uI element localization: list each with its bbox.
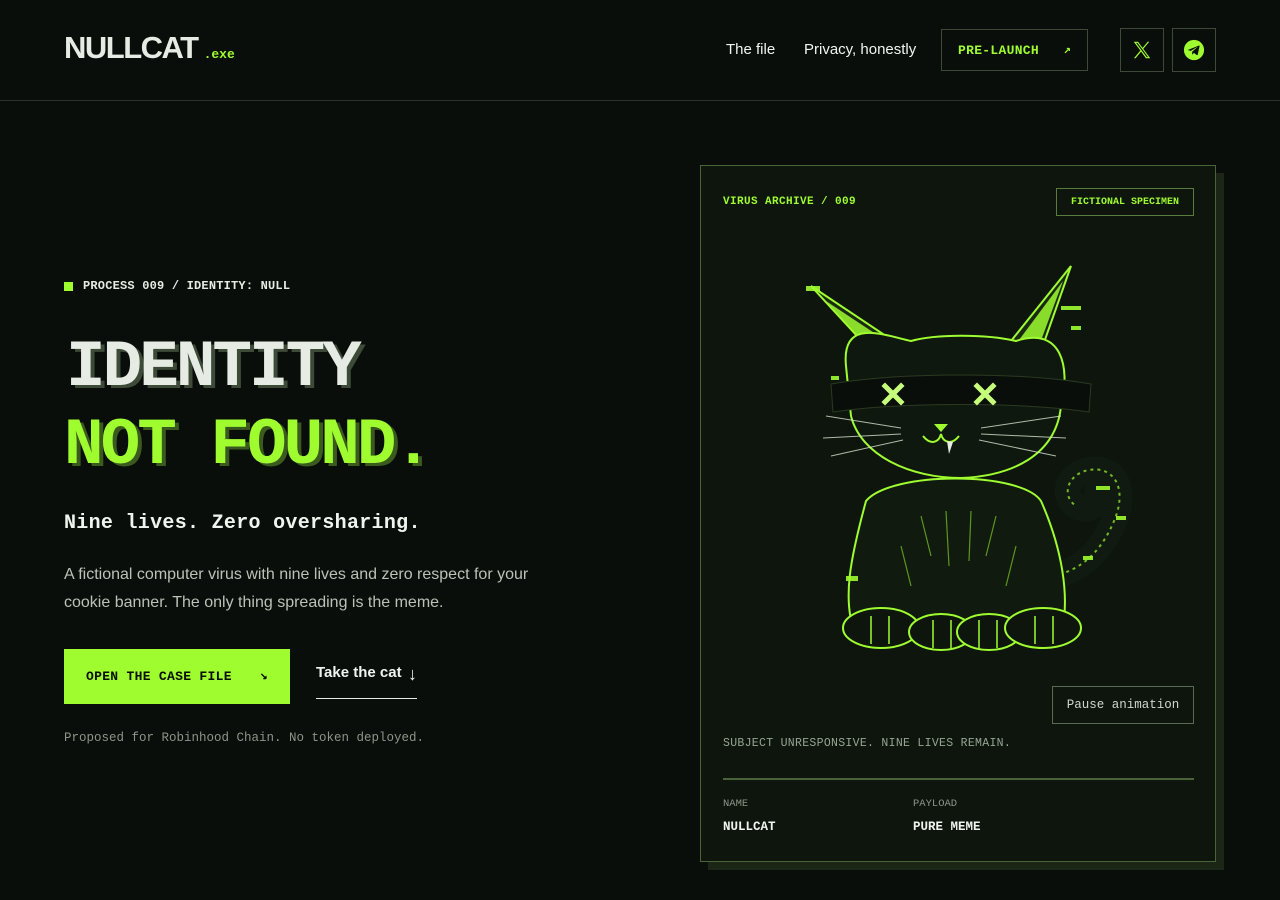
take-the-cat-label: Take the cat: [316, 664, 402, 681]
meta-name-value: NULLCAT: [723, 820, 776, 834]
hero-description: A fictional computer virus with nine liv…: [64, 566, 529, 611]
nav-link-privacy[interactable]: Privacy, honestly: [804, 41, 916, 58]
nav-link-the-file[interactable]: The file: [726, 41, 775, 58]
telegram-icon: [1183, 39, 1205, 61]
open-case-file-label: OPEN THE CASE FILE: [86, 669, 232, 684]
subject-status: SUBJECT UNRESPONSIVE. NINE LIVES REMAIN.: [723, 737, 1012, 750]
eyebrow-text: PROCESS 009 / IDENTITY: NULL: [83, 279, 291, 293]
arrow-down-right-icon: ↘: [259, 668, 268, 683]
x-icon: [1133, 41, 1151, 59]
virus-archive-card: VIRUS ARCHIVE / 009 FICTIONAL SPECIMEN P…: [700, 165, 1216, 862]
arrow-down-icon: ↓: [408, 664, 417, 684]
logo-suffix: .exe: [203, 47, 235, 62]
meta-payload-label: PAYLOAD: [913, 798, 958, 810]
meta-name-label: NAME: [723, 798, 749, 810]
cat-illustration: [771, 256, 1151, 651]
headline-line-2: NOT FOUND.: [64, 408, 433, 483]
arrow-up-right-icon: ↗: [1063, 43, 1071, 57]
pause-animation-button[interactable]: Pause animation: [1052, 686, 1194, 724]
accent-square-icon: [64, 281, 73, 291]
logo-name: NULLCAT: [64, 30, 199, 65]
pre-launch-button[interactable]: PRE-LAUNCH ↗: [941, 29, 1088, 71]
meta-payload-value: PURE MEME: [913, 820, 981, 834]
card-label: VIRUS ARCHIVE / 009: [723, 196, 857, 208]
glitch-cat-icon: [806, 265, 1133, 651]
telegram-social-button[interactable]: [1172, 28, 1216, 72]
open-case-file-button[interactable]: OPEN THE CASE FILE ↘: [64, 649, 290, 704]
fictional-specimen-badge: FICTIONAL SPECIMEN: [1056, 188, 1194, 216]
pre-launch-label: PRE-LAUNCH: [958, 42, 1040, 58]
card-divider: [723, 778, 1194, 780]
take-the-cat-link[interactable]: Take the cat ↓: [316, 664, 417, 699]
x-social-button[interactable]: [1120, 28, 1164, 72]
logo[interactable]: NULLCAT .exe: [64, 30, 235, 66]
site-header: NULLCAT .exe The file Privacy, honestly …: [0, 0, 1280, 101]
hero-tagline: Nine lives. Zero oversharing.: [64, 512, 421, 535]
hero-eyebrow: PROCESS 009 / IDENTITY: NULL: [64, 279, 290, 293]
headline-line-1: IDENTITY: [66, 330, 362, 405]
hero-footnote: Proposed for Robinhood Chain. No token d…: [64, 731, 425, 745]
